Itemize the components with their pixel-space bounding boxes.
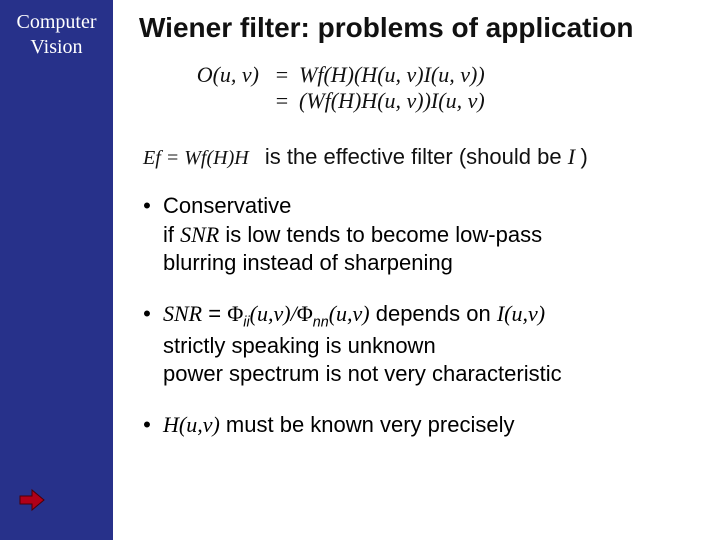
equation-block: O(u, v) = Wf(H)(H(u, v)I(u, v)) = (Wf(H)… bbox=[193, 62, 700, 114]
page-title: Wiener filter: problems of application bbox=[139, 12, 700, 44]
eq1-sign: = bbox=[265, 62, 299, 88]
snr-symbol: SNR bbox=[180, 222, 219, 247]
phi-symbol: Φ bbox=[297, 301, 313, 326]
bullet-3-body: H(u,v) must be known very precisely bbox=[163, 411, 514, 440]
arrow-right-icon bbox=[18, 488, 46, 512]
effective-lhs: Ef = Wf(H)H bbox=[143, 147, 249, 170]
bullet-3: • H(u,v) must be known very precisely bbox=[139, 411, 700, 440]
phi-sub-nn: nn bbox=[313, 314, 329, 330]
bullet-2-line2: strictly speaking is unknown bbox=[139, 332, 700, 361]
bullet-dot-icon: • bbox=[139, 412, 155, 438]
i-uv-symbol: I(u,v) bbox=[497, 301, 545, 326]
bullet-1-line3: blurring instead of sharpening bbox=[139, 249, 700, 278]
equation-row-2: = (Wf(H)H(u, v))I(u, v) bbox=[193, 88, 700, 114]
eq1-lhs: O(u, v) bbox=[193, 62, 265, 88]
content-area: Wiener filter: problems of application O… bbox=[113, 0, 720, 540]
eq2-rhs: (Wf(H)H(u, v))I(u, v) bbox=[299, 88, 485, 114]
bullet-2: • SNR = Φii(u,v)/Φnn(u,v) depends on I(u… bbox=[139, 300, 700, 389]
eq1-rhs: Wf(H)(H(u, v)I(u, v)) bbox=[299, 62, 485, 88]
bullet-dot-icon: • bbox=[139, 193, 155, 219]
bullet-1-line2: if SNR is low tends to become low-pass bbox=[139, 221, 700, 250]
bullet-list: • Conservative if SNR is low tends to be… bbox=[139, 192, 700, 440]
slide: Computer Vision Wiener filter: problems … bbox=[0, 0, 720, 540]
bullet-1: • Conservative if SNR is low tends to be… bbox=[139, 192, 700, 278]
sidebar: Computer Vision bbox=[0, 0, 113, 540]
bullet-dot-icon: • bbox=[139, 301, 155, 327]
effective-symbol: I bbox=[568, 144, 581, 169]
bullet-2-line3: power spectrum is not very characteristi… bbox=[139, 360, 700, 389]
eq2-sign: = bbox=[265, 88, 299, 114]
bullet-2-head: SNR = Φii(u,v)/Φnn(u,v) depends on I(u,v… bbox=[163, 300, 545, 332]
sidebar-title-line1: Computer bbox=[17, 11, 97, 33]
h-uv-symbol: H(u,v) bbox=[163, 412, 220, 437]
sidebar-title: Computer Vision bbox=[17, 10, 97, 60]
bullet-1-head: Conservative bbox=[163, 192, 291, 221]
effective-filter-line: Ef = Wf(H)H is the effective filter (sho… bbox=[143, 144, 700, 170]
equation-row-1: O(u, v) = Wf(H)(H(u, v)I(u, v)) bbox=[193, 62, 700, 88]
sidebar-title-line2: Vision bbox=[30, 36, 82, 58]
effective-text: is the effective filter (should be I ) bbox=[259, 144, 588, 170]
phi-symbol: Φ bbox=[227, 301, 243, 326]
snr-symbol: SNR bbox=[163, 301, 202, 326]
